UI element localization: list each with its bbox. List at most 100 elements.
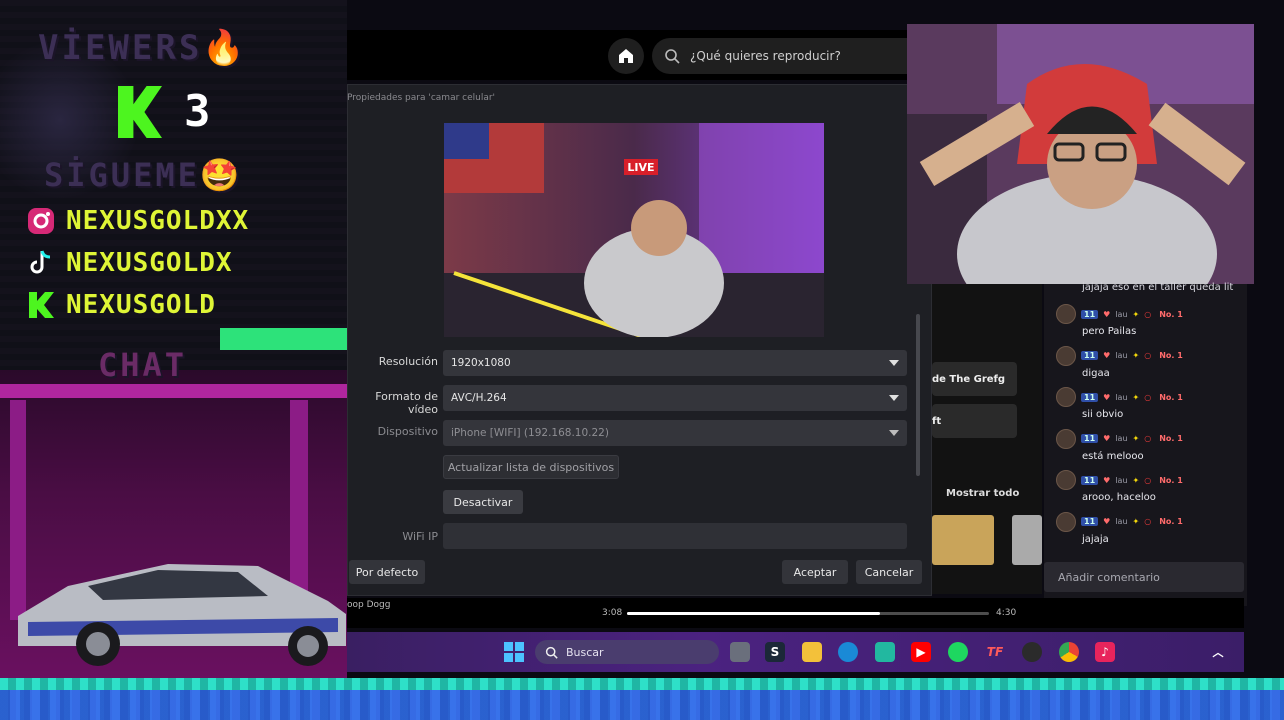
steam-icon[interactable]: S bbox=[765, 642, 785, 662]
resolution-value: 1920x1080 bbox=[451, 357, 511, 369]
chat-message: 11 ♥ lau ✦ ○ No. 1 está melooo bbox=[1056, 428, 1241, 462]
badge-count: 11 bbox=[1081, 475, 1099, 485]
taskbar-search[interactable]: Buscar bbox=[535, 640, 719, 664]
chat-panel-header bbox=[220, 328, 347, 350]
chat-message-text: sii obvio bbox=[1082, 409, 1124, 420]
badge-count: 11 bbox=[1081, 434, 1099, 443]
badge-count: 11 bbox=[1081, 351, 1099, 360]
chevron-down-icon bbox=[889, 392, 899, 404]
heart-icon: ♥ bbox=[1103, 351, 1111, 360]
track-artist: oop Dogg bbox=[347, 600, 391, 610]
wifi-ip-label: WiFi IP bbox=[402, 530, 438, 543]
ring-icon: ○ bbox=[1144, 309, 1152, 319]
follow-label: SİGUEME🤩 bbox=[44, 156, 243, 194]
social-tiktok: NEXUSGOLDX bbox=[26, 248, 233, 278]
refresh-devices-button[interactable]: Actualizar lista de dispositivos bbox=[443, 455, 619, 479]
rank-badge: No. 1 bbox=[1159, 517, 1183, 526]
heart-icon: ♥ bbox=[1103, 309, 1111, 319]
viewers-label: VİEWERS🔥 bbox=[38, 28, 248, 68]
progress-fill bbox=[627, 612, 881, 615]
home-icon bbox=[619, 49, 633, 63]
deactivate-button[interactable]: Desactivar bbox=[443, 490, 523, 514]
ring-icon: ○ bbox=[1144, 475, 1152, 485]
album-thumbnail[interactable] bbox=[1012, 515, 1042, 565]
avatar bbox=[1056, 511, 1076, 532]
viewers-count: 3 bbox=[184, 86, 211, 137]
chat-message-text: pero Pailas bbox=[1082, 326, 1137, 337]
chat-message: 11 ♥ lau ✦ ○ No. 1 pero Pailas bbox=[1056, 304, 1241, 337]
store-icon[interactable] bbox=[875, 642, 895, 662]
search-input[interactable]: ¿Qué quieres reproducir? bbox=[652, 38, 907, 74]
chevron-down-icon bbox=[889, 357, 899, 369]
add-comment-input[interactable]: Añadir comentario bbox=[1044, 562, 1244, 592]
chat-message-text: está melooo bbox=[1082, 450, 1144, 462]
resolution-select[interactable]: 1920x1080 bbox=[443, 350, 907, 376]
chat-message-meta: 11 ♥ lau ✦ ○ No. 1 bbox=[1056, 387, 1241, 407]
task-view-icon[interactable] bbox=[730, 642, 750, 662]
chat-message-text: arooo, haceloo bbox=[1082, 492, 1156, 503]
search-icon bbox=[665, 49, 680, 64]
format-select[interactable]: AVC/H.264 bbox=[443, 385, 907, 411]
playlist-card[interactable]: ft bbox=[932, 404, 1017, 438]
badge-count: 11 bbox=[1081, 517, 1099, 526]
heart-icon: ♥ bbox=[1103, 392, 1111, 402]
ring-icon: ○ bbox=[1144, 351, 1152, 360]
chat-message-meta: 11 ♥ lau ✦ ○ No. 1 bbox=[1056, 511, 1241, 532]
avatar bbox=[1056, 387, 1076, 407]
playback-progress-bar[interactable] bbox=[627, 612, 989, 615]
sparkle-icon: ✦ bbox=[1132, 434, 1140, 443]
chat-message-meta: 11 ♥ lau ✦ ○ No. 1 bbox=[1056, 345, 1241, 366]
avatar bbox=[1056, 470, 1076, 490]
wifi-ip-input[interactable] bbox=[443, 523, 907, 549]
heart-icon: ♥ bbox=[1103, 517, 1111, 526]
pixel-car-image bbox=[18, 564, 346, 666]
tiktok-icon[interactable]: ♪ bbox=[1095, 642, 1115, 662]
rank-badge: No. 1 bbox=[1159, 309, 1183, 319]
rank-badge: No. 1 bbox=[1159, 475, 1183, 485]
avatar bbox=[1056, 428, 1076, 449]
windows-icon[interactable] bbox=[504, 642, 524, 662]
album-thumbnail[interactable] bbox=[932, 515, 994, 565]
avatar bbox=[1056, 304, 1076, 324]
youtube-icon[interactable]: ▶ bbox=[911, 642, 931, 662]
search-placeholder: ¿Qué quieres reproducir? bbox=[690, 49, 841, 63]
sparkle-icon: ✦ bbox=[1132, 475, 1140, 485]
rank-badge: No. 1 bbox=[1159, 392, 1183, 402]
tf-icon[interactable]: TF bbox=[985, 642, 1005, 662]
chevron-up-icon[interactable]: ︿ bbox=[1208, 642, 1228, 662]
cancel-button[interactable]: Cancelar bbox=[856, 560, 922, 584]
dialog-title: Propiedades para 'camar celular' bbox=[347, 93, 496, 103]
badge-count: 11 bbox=[1081, 309, 1099, 319]
chrome-icon[interactable] bbox=[1059, 642, 1079, 662]
file-explorer-icon[interactable] bbox=[802, 642, 822, 662]
edge-icon[interactable] bbox=[838, 642, 858, 662]
social-instagram: NEXUSGOLDXX bbox=[26, 206, 249, 236]
chat-message-meta: 11 ♥ lau ✦ ○ No. 1 bbox=[1056, 470, 1241, 490]
rank-badge: No. 1 bbox=[1159, 351, 1183, 360]
social-handle: NEXUSGOLDXX bbox=[66, 206, 250, 236]
badge-count: 11 bbox=[1081, 392, 1099, 402]
taskbar-search-label: Buscar bbox=[566, 645, 604, 659]
social-handle: NEXUSGOLDX bbox=[66, 248, 233, 278]
obs-icon[interactable] bbox=[1022, 642, 1042, 662]
avatar bbox=[1056, 345, 1076, 366]
chat-message-meta: 11 ♥ lau ✦ ○ No. 1 bbox=[1056, 428, 1241, 449]
spotify-icon[interactable] bbox=[948, 642, 968, 662]
format-value: AVC/H.264 bbox=[451, 392, 507, 404]
show-all-link[interactable]: Mostrar todo bbox=[946, 488, 1019, 499]
home-button[interactable] bbox=[608, 38, 644, 74]
chat-message: 11 ♥ lau ✦ ○ No. 1 digaa bbox=[1056, 345, 1241, 379]
ring-icon: ○ bbox=[1144, 392, 1152, 402]
chat-message-text: digaa bbox=[1082, 367, 1110, 379]
chat-username: lau bbox=[1115, 517, 1128, 526]
sparkle-icon: ✦ bbox=[1132, 309, 1140, 319]
accept-button[interactable]: Aceptar bbox=[782, 560, 848, 584]
dialog-scrollbar[interactable] bbox=[916, 314, 920, 476]
instagram-icon bbox=[26, 206, 56, 236]
playlist-card[interactable]: de The Grefg bbox=[932, 362, 1017, 396]
chat-message-list: 11 ♥ lau ✦ ○ No. 1 pero Pailas 11 ♥ lau ✦ ○ No. 1 dig… bbox=[1044, 304, 1247, 554]
defaults-button[interactable]: Por defecto bbox=[349, 560, 425, 584]
device-select[interactable]: iPhone [WIFI] (192.168.10.22) bbox=[443, 420, 907, 446]
kick-icon bbox=[26, 290, 56, 320]
chat-username: lau bbox=[1115, 309, 1128, 319]
